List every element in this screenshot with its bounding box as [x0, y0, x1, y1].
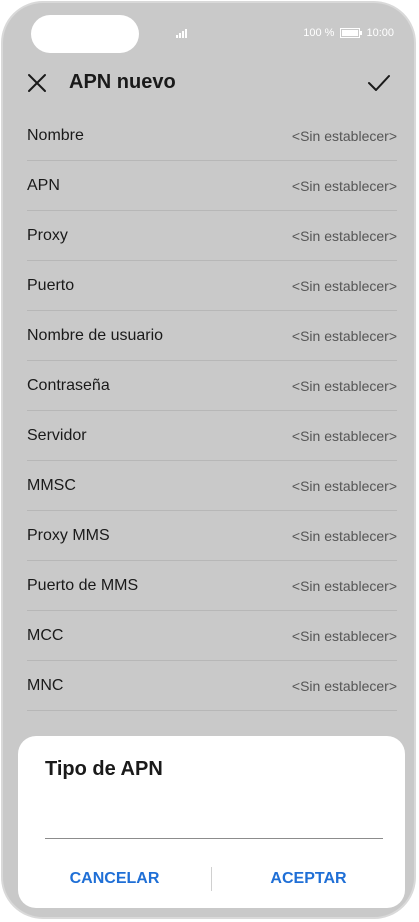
- list-item[interactable]: Nombre <Sin establecer>: [27, 111, 397, 161]
- row-value: <Sin establecer>: [291, 477, 397, 494]
- row-label: Proxy: [27, 226, 68, 244]
- row-value: <Sin establecer>: [291, 177, 397, 194]
- row-label: MMSC: [27, 476, 76, 494]
- row-label: MCC: [27, 626, 64, 644]
- row-value: <Sin establecer>: [291, 577, 397, 594]
- list-item[interactable]: Contraseña <Sin establecer>: [27, 361, 397, 411]
- close-icon[interactable]: [25, 71, 49, 95]
- battery-icon: [340, 28, 363, 38]
- accept-button[interactable]: ACEPTAR: [212, 869, 405, 889]
- list-item[interactable]: MMSC <Sin establecer>: [27, 461, 397, 511]
- list-item[interactable]: Puerto de MMS <Sin establecer>: [27, 561, 397, 611]
- list-item[interactable]: APN <Sin establecer>: [27, 161, 397, 211]
- row-value: <Sin establecer>: [291, 127, 397, 144]
- row-value: <Sin establecer>: [291, 677, 397, 694]
- apn-settings-list: Nombre <Sin establecer> APN <Sin estable…: [27, 111, 397, 711]
- apn-type-input[interactable]: [45, 798, 383, 839]
- row-label: Puerto de MMS: [27, 576, 139, 594]
- list-item[interactable]: Puerto <Sin establecer>: [27, 261, 397, 311]
- row-value: <Sin establecer>: [291, 427, 397, 444]
- clock: 10:00: [366, 27, 394, 39]
- app-bar: APN nuevo: [3, 63, 414, 103]
- row-label: Puerto: [27, 276, 75, 294]
- row-label: Contraseña: [27, 376, 110, 394]
- list-item[interactable]: Nombre de usuario <Sin establecer>: [27, 311, 397, 361]
- row-value: <Sin establecer>: [291, 527, 397, 544]
- status-bar: 100 % 10:00: [303, 27, 394, 39]
- row-label: APN: [27, 176, 60, 194]
- list-item[interactable]: MCC <Sin establecer>: [27, 611, 397, 661]
- battery-percent: 100 %: [303, 27, 335, 39]
- check-icon[interactable]: [366, 71, 392, 95]
- row-value: <Sin establecer>: [291, 327, 397, 344]
- row-value: <Sin establecer>: [291, 227, 397, 244]
- list-item[interactable]: Servidor <Sin establecer>: [27, 411, 397, 461]
- phone-frame: 100 % 10:00 APN nuevo Nombre <Sin establ…: [1, 1, 416, 919]
- signal-icon: [176, 29, 187, 38]
- row-label: MNC: [27, 676, 64, 694]
- list-item[interactable]: Proxy MMS <Sin establecer>: [27, 511, 397, 561]
- cancel-button[interactable]: CANCELAR: [18, 869, 211, 889]
- row-label: Proxy MMS: [27, 526, 110, 544]
- row-value: <Sin establecer>: [291, 277, 397, 294]
- page-title: APN nuevo: [69, 71, 176, 93]
- row-label: Nombre: [27, 126, 84, 144]
- list-item[interactable]: MNC <Sin establecer>: [27, 661, 397, 711]
- camera-cutout: [31, 15, 139, 53]
- dialog-title: Tipo de APN: [45, 758, 163, 780]
- list-item[interactable]: Proxy <Sin establecer>: [27, 211, 397, 261]
- row-label: Nombre de usuario: [27, 326, 164, 344]
- row-value: <Sin establecer>: [291, 377, 397, 394]
- row-label: Servidor: [27, 426, 87, 444]
- dialog-actions: CANCELAR ACEPTAR: [18, 864, 405, 894]
- row-value: <Sin establecer>: [291, 627, 397, 644]
- apn-type-dialog: Tipo de APN CANCELAR ACEPTAR: [18, 736, 405, 908]
